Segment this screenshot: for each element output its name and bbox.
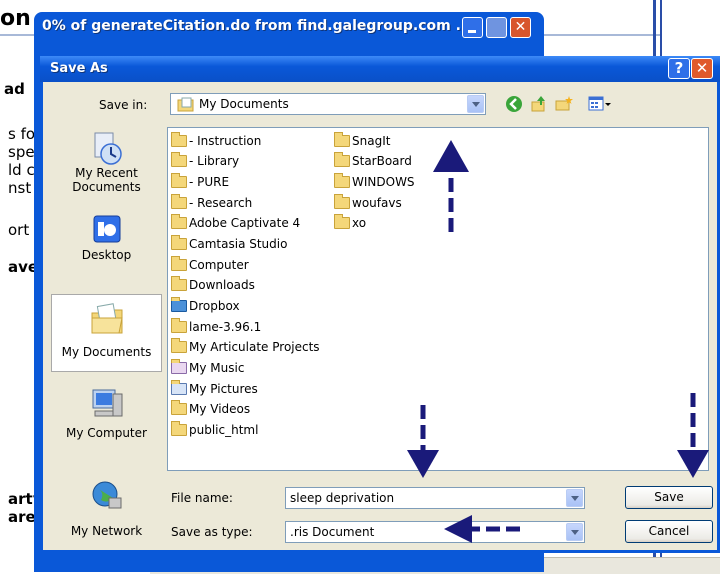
recent-documents-icon <box>89 130 125 166</box>
list-item[interactable]: Camtasia Studio <box>171 235 287 254</box>
back-icon[interactable] <box>505 95 523 113</box>
folder-icon <box>171 214 187 229</box>
list-item[interactable]: My Pictures <box>171 380 258 399</box>
bg-text-fragment: ld c <box>8 161 35 179</box>
folder-icon <box>171 256 187 271</box>
place-label: My Recent Documents <box>72 166 141 194</box>
folder-icon <box>334 214 350 229</box>
bg-text-fragment: nst <box>8 179 32 197</box>
list-item[interactable]: My Videos <box>171 400 250 419</box>
save-as-type-dropdown[interactable]: .ris Document <box>285 521 585 543</box>
list-item[interactable]: - PURE <box>171 173 229 192</box>
folder-icon <box>334 132 350 147</box>
chevron-down-icon[interactable] <box>566 523 583 541</box>
bg-text-fragment: ad <box>4 80 25 98</box>
save-in-dropdown[interactable]: My Documents <box>170 93 486 115</box>
list-item[interactable]: - Research <box>171 194 252 213</box>
chevron-down-icon[interactable] <box>467 95 484 113</box>
help-button[interactable]: ? <box>668 58 690 79</box>
save-button[interactable]: Save <box>625 486 713 509</box>
list-item[interactable]: Adobe Captivate 4 <box>171 214 300 233</box>
folder-icon <box>171 235 187 250</box>
save-as-type-value: .ris Document <box>290 525 375 539</box>
list-item[interactable]: SnagIt <box>334 132 390 151</box>
list-item[interactable]: My Music <box>171 359 244 378</box>
save-in-value: My Documents <box>199 97 289 111</box>
close-button[interactable]: ✕ <box>510 17 531 38</box>
folder-icon <box>171 132 187 147</box>
save-in-label: Save in: <box>99 98 148 112</box>
music-folder-icon <box>171 359 187 374</box>
folder-icon <box>171 152 187 167</box>
folder-icon <box>171 421 187 436</box>
list-item[interactable]: - Instruction <box>171 132 261 151</box>
bg-text-fragment: ort <box>8 221 30 239</box>
dialog-close-button[interactable]: ✕ <box>691 58 713 79</box>
save-as-dialog: Save As ? ✕ Save in: My Documents My Rec… <box>40 56 720 553</box>
save-as-type-label: Save as type: <box>171 525 253 539</box>
folder-icon <box>171 173 187 188</box>
dropbox-folder-icon <box>171 297 187 312</box>
list-item[interactable]: lame-3.96.1 <box>171 318 261 337</box>
file-list[interactable]: - Instruction - Library - PURE - Researc… <box>167 127 709 471</box>
folder-icon <box>171 338 187 353</box>
file-name-field[interactable]: sleep deprivation <box>285 487 585 509</box>
place-my-documents[interactable]: My Documents <box>51 294 162 372</box>
bg-text-fragment: s fo <box>8 125 36 143</box>
place-label: My Network <box>70 524 143 538</box>
up-folder-icon[interactable] <box>530 95 548 113</box>
list-item[interactable]: public_html <box>171 421 258 440</box>
place-my-computer[interactable]: My Computer <box>51 386 162 440</box>
place-label: My Documents <box>61 345 152 359</box>
pictures-folder-icon <box>171 380 187 395</box>
minimize-button[interactable] <box>462 17 483 38</box>
folder-icon <box>171 318 187 333</box>
folder-icon <box>171 276 187 291</box>
folder-icon <box>171 400 187 415</box>
list-item[interactable]: StarBoard <box>334 152 412 171</box>
progress-window-title: 0% of generateCitation.do from find.gale… <box>42 18 462 34</box>
list-item[interactable]: Dropbox <box>171 297 240 316</box>
place-desktop[interactable]: Desktop <box>51 212 162 262</box>
folder-icon <box>171 194 187 209</box>
folder-icon <box>334 173 350 188</box>
list-item[interactable]: Computer <box>171 256 249 275</box>
my-network-icon <box>89 478 125 514</box>
bg-text-fragment: spe <box>8 143 35 161</box>
list-item[interactable]: - Library <box>171 152 239 171</box>
cancel-button[interactable]: Cancel <box>625 520 713 543</box>
file-name-value: sleep deprivation <box>290 491 395 505</box>
my-computer-icon <box>89 386 125 422</box>
folder-icon <box>334 152 350 167</box>
desktop-icon <box>89 212 125 248</box>
list-item[interactable]: My Articulate Projects <box>171 338 320 357</box>
place-my-network[interactable]: My Network <box>51 478 162 538</box>
place-my-recent-documents[interactable]: My Recent Documents <box>51 130 162 194</box>
bg-heading-fragment: on <box>0 6 31 31</box>
chevron-down-icon[interactable] <box>566 489 583 507</box>
my-documents-folder-icon <box>177 97 194 112</box>
maximize-button[interactable] <box>486 17 507 38</box>
dialog-title-bar[interactable]: Save As ? ✕ <box>40 56 720 82</box>
list-item[interactable]: woufavs <box>334 194 402 213</box>
my-documents-icon <box>89 301 125 337</box>
list-item[interactable]: Downloads <box>171 276 255 295</box>
list-item[interactable]: WINDOWS <box>334 173 415 192</box>
views-menu-icon[interactable] <box>588 95 612 113</box>
list-item[interactable]: xo <box>334 214 366 233</box>
new-folder-icon[interactable] <box>555 95 573 113</box>
dialog-title: Save As <box>50 61 108 76</box>
place-label: My Computer <box>66 426 147 440</box>
folder-icon <box>334 194 350 209</box>
place-label: Desktop <box>81 248 132 262</box>
places-bar: My Recent Documents Desktop My Documents… <box>51 124 162 542</box>
file-name-label: File name: <box>171 491 233 505</box>
